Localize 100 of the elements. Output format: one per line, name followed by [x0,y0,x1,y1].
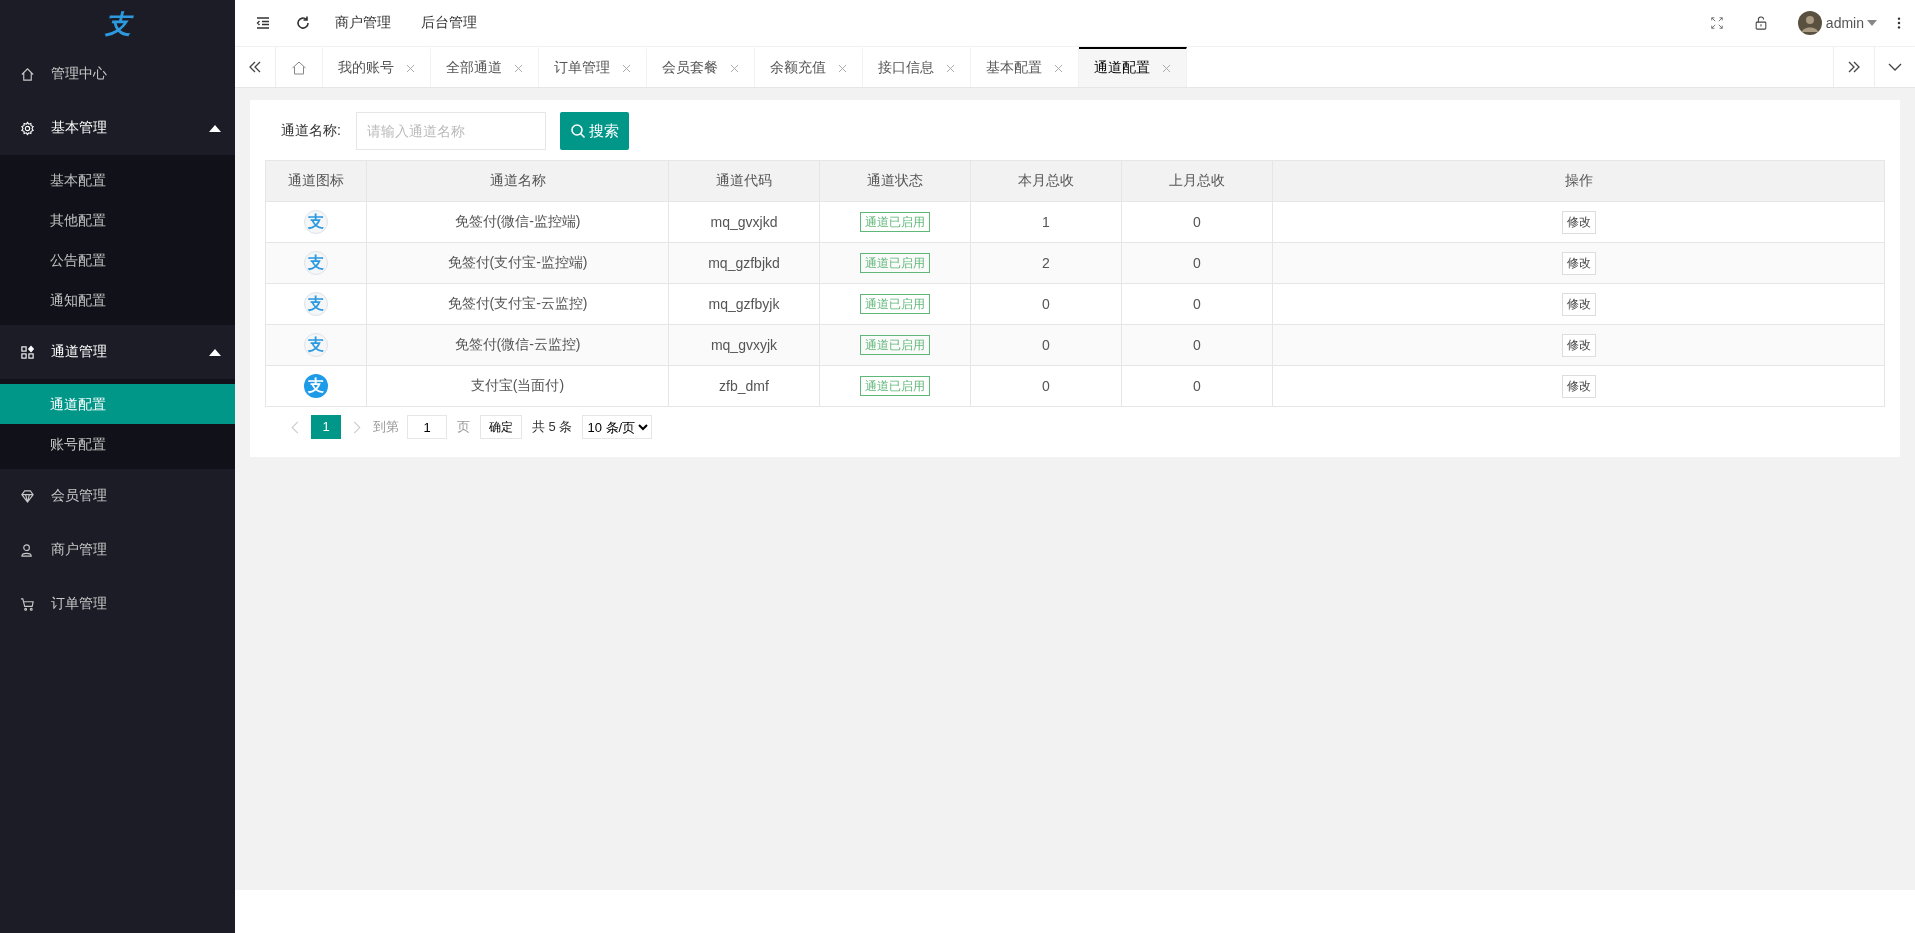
sidebar-subitem[interactable]: 账号配置 [0,424,235,464]
user-icon [20,542,35,558]
column-header: 通道图标 [265,160,367,202]
channel-icon: 支 [304,210,328,234]
page-tab[interactable]: 余额充值 [755,47,863,87]
cart-icon [20,596,35,612]
sidebar-item[interactable]: 订单管理 [0,577,235,631]
sidebar-item[interactable]: 会员管理 [0,469,235,523]
status-tag: 通道已启用 [860,376,930,396]
close-icon[interactable] [406,63,415,73]
lock-icon[interactable] [1753,16,1768,30]
table-cell: zfb_dmf [668,365,820,407]
fullscreen-icon[interactable] [1709,16,1724,30]
table-cell: mq_gzfbjkd [668,242,820,284]
page-tab[interactable]: 订单管理 [539,47,647,87]
channel-icon: 支 [304,333,328,357]
sidebar-subitem[interactable]: 公告配置 [0,240,235,280]
user-menu[interactable]: admin [1797,11,1877,35]
page-input[interactable]: 1 [407,415,447,439]
refresh-icon[interactable] [295,15,311,31]
page-tab[interactable]: 我的账号 [323,47,431,87]
edit-button[interactable]: 修改 [1561,333,1596,357]
sidebar-subitem[interactable]: 通知配置 [0,280,235,320]
table-cell: 0 [970,365,1122,407]
double-left-icon [247,59,263,75]
close-icon[interactable] [1054,63,1063,73]
menu-fold-icon[interactable] [255,15,271,31]
table-cell: mq_gvxyjk [668,324,820,366]
page-unit: 页 [457,418,470,436]
table-cell: 0 [1121,324,1273,366]
search-icon [569,123,586,139]
table-cell: 免签付(支付宝-监控端) [366,242,669,284]
total-count: 共 5 条 [532,418,573,436]
more-icon[interactable] [1897,16,1901,30]
sidebar-subitem[interactable]: 其他配置 [0,200,235,240]
sidebar-subitem[interactable]: 基本配置 [0,160,235,200]
sidebar-group[interactable]: 基本管理 [0,101,235,155]
table-cell: mq_gzfbyjk [668,283,820,325]
table-cell: 0 [970,324,1122,366]
goto-label: 到第 [373,418,399,436]
column-header: 通道代码 [668,160,820,202]
table-cell: 免签付(支付宝-云监控) [366,283,669,325]
next-page-icon[interactable] [353,420,361,434]
close-icon[interactable] [838,63,847,73]
sidebar-subitem[interactable]: 通道配置 [0,384,235,424]
sidebar-group[interactable]: 通道管理 [0,325,235,379]
page-tab[interactable]: 接口信息 [863,47,971,87]
status-tag: 通道已启用 [860,335,930,355]
channel-icon: 支 [304,251,328,275]
channel-icon: 支 [304,374,328,398]
channel-icon: 支 [304,292,328,316]
edit-button[interactable]: 修改 [1561,292,1596,316]
edit-button[interactable]: 修改 [1561,210,1596,234]
table-cell: 0 [1121,201,1273,243]
page-tab[interactable]: 通道配置 [1079,47,1187,87]
column-header: 本月总收 [970,160,1122,202]
avatar [1797,11,1822,35]
double-right-icon [1846,59,1862,75]
page-tab[interactable]: 全部通道 [431,47,539,87]
table-cell: 0 [1121,242,1273,284]
caret-up-icon [209,348,221,356]
top-nav-link[interactable]: 后台管理 [421,14,477,32]
status-tag: 通道已启用 [860,294,930,314]
table-cell: 支付宝(当面付) [366,365,669,407]
search-field[interactable]: 请输入通道名称 [355,112,546,150]
search-button[interactable]: 搜索 [559,112,629,150]
table-cell: 2 [970,242,1122,284]
table-cell: 0 [1121,283,1273,325]
diamond-icon [20,488,35,504]
page-number[interactable]: 1 [311,415,341,439]
status-tag: 通道已启用 [860,253,930,273]
page-tab[interactable]: 会员套餐 [647,47,755,87]
home-icon [291,60,307,76]
status-tag: 通道已启用 [860,212,930,232]
table-cell: mq_gvxjkd [668,201,820,243]
column-header: 通道状态 [819,160,971,202]
close-icon[interactable] [514,63,523,73]
table-cell: 免签付(微信-云监控) [366,324,669,366]
caret-up-icon [209,124,221,132]
top-nav-link[interactable]: 商户管理 [335,14,391,32]
home-icon [20,66,35,82]
table-cell: 0 [1121,365,1273,407]
close-icon[interactable] [1162,63,1171,73]
confirm-button[interactable]: 确定 [480,415,522,439]
gear-icon [20,120,35,136]
column-header: 操作 [1272,160,1885,202]
table-cell: 免签付(微信-监控端) [366,201,669,243]
close-icon[interactable] [946,63,955,73]
edit-button[interactable]: 修改 [1561,374,1596,398]
sidebar-item[interactable]: 商户管理 [0,523,235,577]
search-label: 通道名称: [281,122,341,140]
previous-page-icon[interactable] [291,420,299,434]
table-cell: 1 [970,201,1122,243]
close-icon[interactable] [730,63,739,73]
sidebar-item[interactable]: 管理中心 [0,47,235,101]
page-size-select[interactable]: 10 条/页 [582,415,653,439]
column-header: 通道名称 [366,160,669,202]
edit-button[interactable]: 修改 [1561,251,1596,275]
column-header: 上月总收 [1121,160,1273,202]
close-icon[interactable] [622,63,631,73]
